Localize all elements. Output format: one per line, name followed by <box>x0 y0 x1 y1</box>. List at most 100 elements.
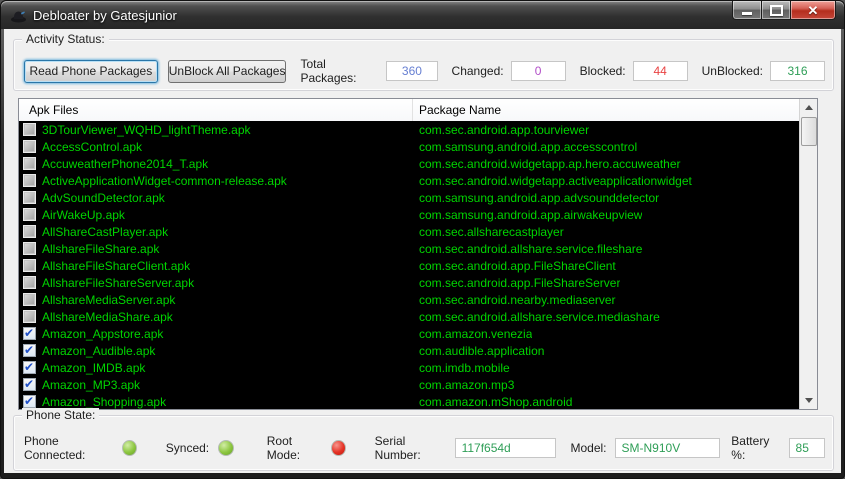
row-checkbox[interactable] <box>23 259 36 272</box>
blocked-value: 44 <box>633 61 688 81</box>
model-value: SM-N910V <box>615 438 720 458</box>
row-checkbox[interactable] <box>23 123 36 136</box>
unblocked-label: UnBlocked: <box>702 64 763 78</box>
list-item[interactable]: AccessControl.apk com.samsung.android.ap… <box>19 138 800 155</box>
title-bar[interactable]: Debloater by Gatesjunior ✕ <box>1 1 844 29</box>
phone-connected-label: Phone Connected: <box>24 434 113 462</box>
package-name: com.amazon.mShop.android <box>413 395 572 409</box>
list-item[interactable]: AdvSoundDetector.apk com.samsung.android… <box>19 189 800 206</box>
serial-number-value: 117f654d <box>455 438 556 458</box>
row-checkbox[interactable] <box>23 327 36 340</box>
list-item[interactable]: 3DTourViewer_WQHD_lightTheme.apk com.sec… <box>19 121 800 138</box>
model-label: Model: <box>570 441 606 455</box>
app-window: Debloater by Gatesjunior ✕ Activity Stat… <box>0 0 845 479</box>
scroll-down-icon <box>805 398 813 403</box>
list-item[interactable]: Amazon_IMDB.apk com.imdb.mobile <box>19 359 800 376</box>
list-header: Apk Files Package Name <box>19 99 800 122</box>
changed-counter: Changed: 0 <box>452 61 566 81</box>
battery-field: Battery %: 85 <box>731 434 825 462</box>
row-checkbox[interactable] <box>23 208 36 221</box>
row-checkbox[interactable] <box>23 344 36 357</box>
list-item[interactable]: AccuweatherPhone2014_T.apk com.sec.andro… <box>19 155 800 172</box>
apk-file-name: AllshareMediaShare.apk <box>42 310 413 324</box>
maximize-icon <box>770 5 783 16</box>
package-name: com.sec.android.widgetapp.ap.hero.accuwe… <box>413 157 681 171</box>
row-checkbox[interactable] <box>23 293 36 306</box>
battery-value: 85 <box>789 438 825 458</box>
row-checkbox[interactable] <box>23 310 36 323</box>
minimize-button[interactable] <box>732 1 762 20</box>
row-checkbox[interactable] <box>23 225 36 238</box>
changed-value: 0 <box>511 61 566 81</box>
changed-label: Changed: <box>452 64 504 78</box>
apk-file-name: AllshareFileShareServer.apk <box>42 276 413 290</box>
package-name: com.sec.android.app.FileShareClient <box>413 259 616 273</box>
scroll-down-button[interactable] <box>800 392 817 409</box>
list-item[interactable]: ActiveApplicationWidget-common-release.a… <box>19 172 800 189</box>
close-icon: ✕ <box>808 4 819 17</box>
column-header-apk-files[interactable]: Apk Files <box>19 99 413 121</box>
scroll-up-button[interactable] <box>800 99 817 116</box>
package-name: com.audible.application <box>413 344 544 358</box>
apk-file-name: AllshareFileShare.apk <box>42 242 413 256</box>
client-area: Activity Status: Read Phone Packages UnB… <box>4 29 841 473</box>
apk-file-name: Amazon_Shopping.apk <box>42 395 413 409</box>
list-item[interactable]: Amazon_MP3.apk com.amazon.mp3 <box>19 376 800 393</box>
list-item[interactable]: Amazon_Shopping.apk com.amazon.mShop.and… <box>19 393 800 409</box>
close-button[interactable]: ✕ <box>790 1 836 20</box>
vertical-scrollbar[interactable] <box>799 99 817 409</box>
unblocked-counter: UnBlocked: 316 <box>702 61 825 81</box>
list-item[interactable]: AllShareCastPlayer.apk com.sec.allsharec… <box>19 223 800 240</box>
package-name: com.sec.android.app.tourviewer <box>413 123 589 137</box>
phone-state-group: Phone State: Phone Connected: Synced: Ro… <box>13 415 834 471</box>
list-item[interactable]: AllshareFileShareServer.apk com.sec.andr… <box>19 274 800 291</box>
list-item[interactable]: AirWakeUp.apk com.samsung.android.app.ai… <box>19 206 800 223</box>
row-checkbox[interactable] <box>23 242 36 255</box>
row-checkbox[interactable] <box>23 395 36 408</box>
app-icon <box>10 7 27 24</box>
package-name: com.imdb.mobile <box>413 361 510 375</box>
total-packages-counter: Total Packages: 360 <box>300 57 437 85</box>
apk-file-name: AllshareMediaServer.apk <box>42 293 413 307</box>
window-controls: ✕ <box>732 1 836 20</box>
row-checkbox[interactable] <box>23 140 36 153</box>
read-phone-packages-button[interactable]: Read Phone Packages <box>24 60 158 83</box>
package-name: com.samsung.android.app.airwakeupview <box>413 208 642 222</box>
root-mode-indicator: Root Mode: <box>267 434 346 462</box>
apk-file-name: AccessControl.apk <box>42 140 413 154</box>
column-header-package-name[interactable]: Package Name <box>413 99 800 121</box>
row-checkbox[interactable] <box>23 276 36 289</box>
total-packages-label: Total Packages: <box>300 57 379 85</box>
package-name: com.samsung.android.app.advsounddetector <box>413 191 659 205</box>
apk-file-name: ActiveApplicationWidget-common-release.a… <box>42 174 413 188</box>
scrollbar-thumb[interactable] <box>801 117 817 146</box>
row-checkbox[interactable] <box>23 191 36 204</box>
row-checkbox[interactable] <box>23 157 36 170</box>
package-name: com.sec.android.allshare.service.filesha… <box>413 242 642 256</box>
list-item[interactable]: Amazon_Appstore.apk com.amazon.venezia <box>19 325 800 342</box>
maximize-button[interactable] <box>762 1 790 20</box>
serial-number-field: Serial Number: 117f654d <box>375 434 556 462</box>
package-name: com.sec.android.widgetapp.activeapplicat… <box>413 174 692 188</box>
list-item[interactable]: AllshareFileShareClient.apk com.sec.andr… <box>19 257 800 274</box>
row-checkbox[interactable] <box>23 361 36 374</box>
package-name: com.amazon.venezia <box>413 327 532 341</box>
list-item[interactable]: AllshareMediaShare.apk com.sec.android.a… <box>19 308 800 325</box>
blocked-counter: Blocked: 44 <box>580 61 688 81</box>
list-item[interactable]: AllshareMediaServer.apk com.sec.android.… <box>19 291 800 308</box>
synced-led-icon <box>218 440 234 456</box>
row-checkbox[interactable] <box>23 174 36 187</box>
phone-state-legend: Phone State: <box>22 408 99 422</box>
unblocked-value: 316 <box>770 61 825 81</box>
list-item[interactable]: AllshareFileShare.apk com.sec.android.al… <box>19 240 800 257</box>
battery-label: Battery %: <box>731 434 780 462</box>
package-name: com.sec.android.nearby.mediaserver <box>413 293 616 307</box>
list-item[interactable]: Amazon_Audible.apk com.audible.applicati… <box>19 342 800 359</box>
package-list-body: 3DTourViewer_WQHD_lightTheme.apk com.sec… <box>19 121 800 409</box>
row-checkbox[interactable] <box>23 378 36 391</box>
root-mode-label: Root Mode: <box>267 434 322 462</box>
unblock-all-packages-button[interactable]: UnBlock All Packages <box>168 60 287 83</box>
apk-file-name: AirWakeUp.apk <box>42 208 413 222</box>
apk-file-name: Amazon_IMDB.apk <box>42 361 413 375</box>
model-field: Model: SM-N910V <box>570 438 719 458</box>
